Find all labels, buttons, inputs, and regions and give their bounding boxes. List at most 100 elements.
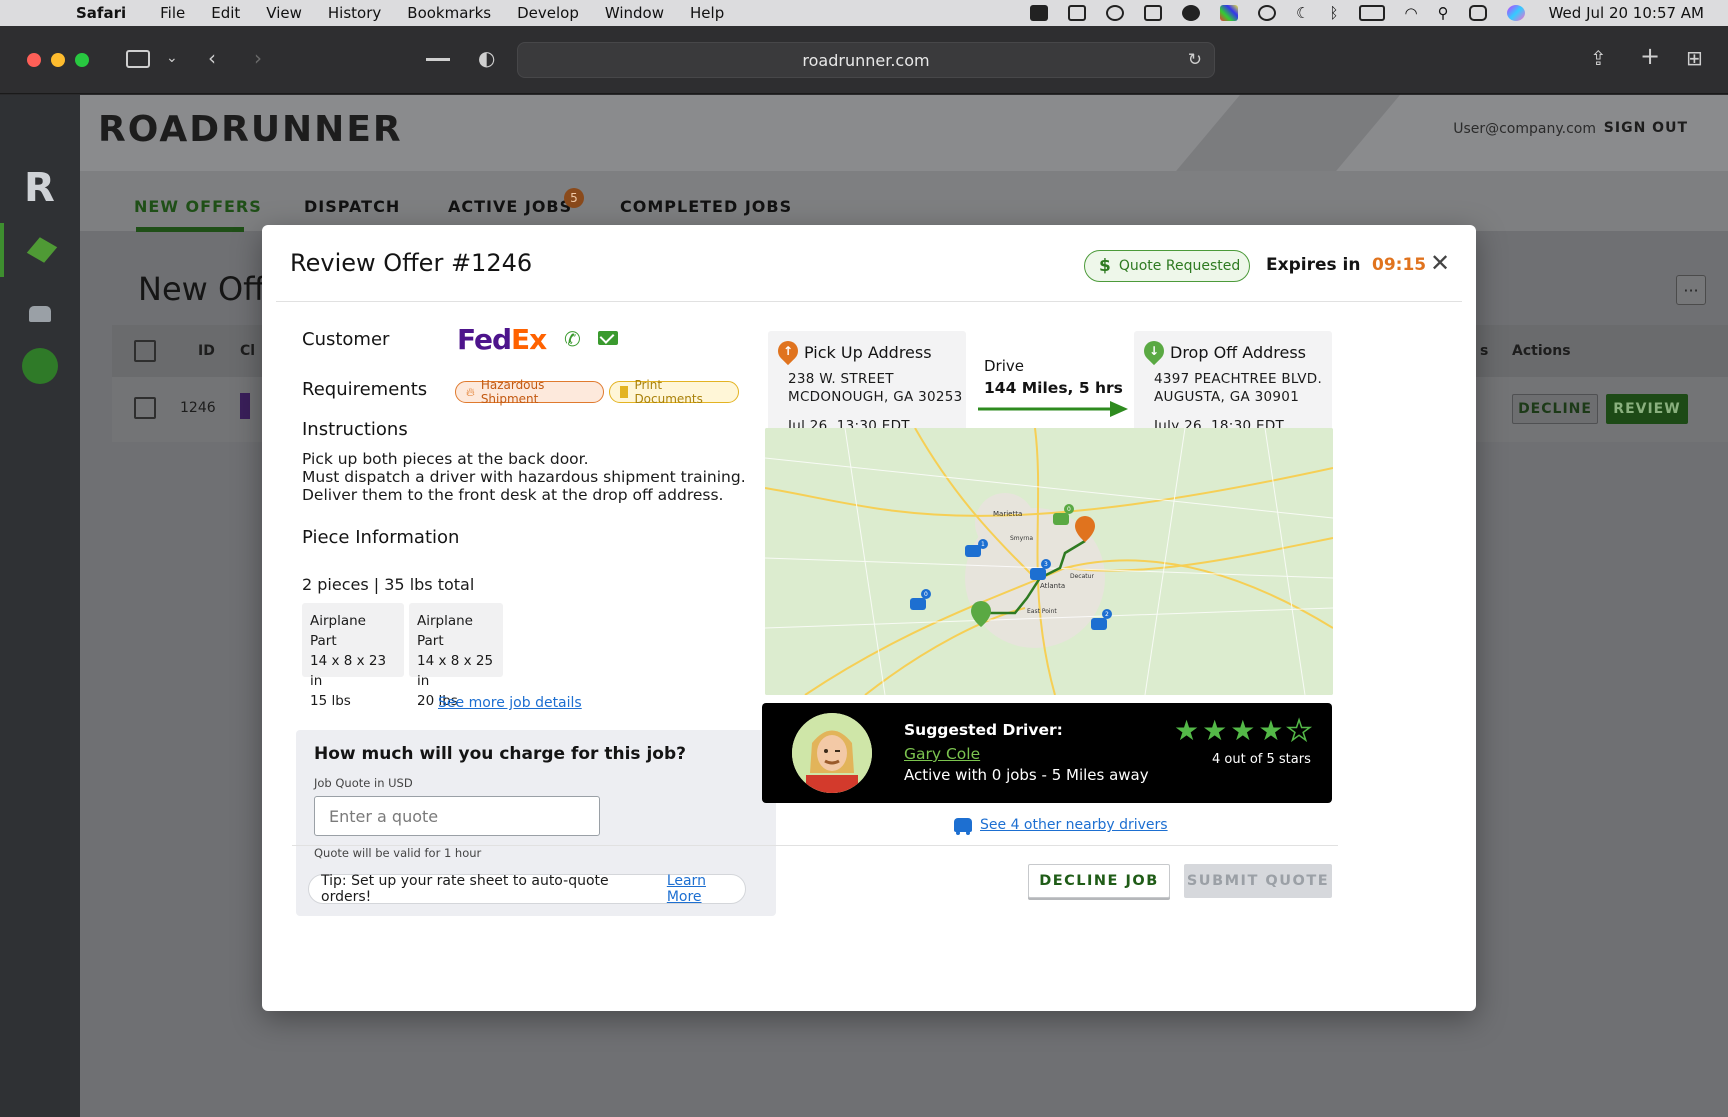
tab-active-jobs[interactable]: ACTIVE JOBS (448, 197, 572, 216)
customer-logo-fed: Fed (457, 323, 512, 356)
status-badge: $ Quote Requested (1084, 250, 1250, 282)
driver-avatar-icon (792, 713, 872, 793)
menu-history[interactable]: History (328, 4, 381, 22)
share-icon[interactable]: ⇪ (1590, 46, 1607, 70)
instruction-line: Pick up both pieces at the back door. (302, 450, 589, 468)
sidebar-toggle-icon[interactable] (126, 50, 150, 68)
see-more-details-link[interactable]: See more job details (438, 695, 582, 711)
menu-view[interactable]: View (266, 4, 302, 22)
menubar-status-area: ☾ ᛒ ◠ ⚲ Wed Jul 20 10:57 AM (1030, 0, 1704, 26)
mail-icon[interactable] (598, 331, 618, 345)
piece-dims: 14 x 8 x 23 in (310, 653, 387, 689)
suggested-driver-card: Suggested Driver: Gary Cole Active with … (762, 703, 1332, 803)
row-customer-logo (240, 393, 250, 419)
creative-cloud-icon[interactable] (1106, 5, 1125, 21)
row-decline-button[interactable]: DECLINE (1512, 394, 1598, 424)
sidebar-item-vehicles[interactable] (0, 287, 80, 341)
reload-icon[interactable]: ↻ (1188, 50, 1202, 70)
pickup-line2: MCDONOUGH, GA 30253 (788, 389, 963, 405)
instruction-line: Must dispatch a driver with hazardous sh… (302, 468, 746, 486)
rating-text: 4 out of 5 stars (1212, 752, 1311, 767)
display-icon[interactable] (1068, 5, 1087, 21)
status-badge-label: Quote Requested (1118, 258, 1241, 274)
control-center-icon[interactable] (1468, 5, 1487, 21)
tab-completed-jobs[interactable]: COMPLETED JOBS (620, 197, 792, 216)
battery-icon[interactable] (1358, 5, 1385, 21)
rate-sheet-tip: Tip: Set up your rate sheet to auto-quot… (308, 873, 746, 905)
piece-card: Airplane Part 14 x 8 x 23 in 15 lbs (302, 603, 404, 709)
color-app-icon[interactable] (1220, 5, 1239, 21)
driver-name-link[interactable]: Gary Cole (904, 745, 980, 763)
phone-icon[interactable]: ✆ (564, 327, 581, 351)
wifi-icon[interactable]: ◠ (1405, 4, 1418, 22)
menu-app-safari[interactable]: Safari (76, 4, 126, 22)
app-header: ROADRUNNER User@company.com SIGN OUT (80, 95, 1728, 171)
select-all-checkbox[interactable] (134, 340, 156, 362)
bluetooth-icon[interactable]: ᛒ (1330, 4, 1339, 22)
brand-logo[interactable]: ROADRUNNER (98, 109, 403, 150)
privacy-shield-icon[interactable]: ◐ (478, 46, 495, 70)
play-icon[interactable] (1258, 5, 1277, 21)
chevron-down-icon[interactable]: ⌄ (166, 50, 178, 66)
menu-help[interactable]: Help (690, 4, 724, 22)
menu-file[interactable]: File (160, 4, 185, 22)
address-bar[interactable]: roadrunner.com ↻ (517, 42, 1215, 78)
close-icon[interactable]: ✕ (1428, 249, 1452, 277)
map-city-label: Marietta (993, 510, 1022, 518)
nearby-drivers-text[interactable]: See 4 other nearby drivers (980, 817, 1168, 833)
row-review-button[interactable]: REVIEW (1606, 394, 1688, 424)
dropbox-icon[interactable] (1030, 5, 1049, 21)
menu-bookmarks[interactable]: Bookmarks (407, 4, 491, 22)
tab-new-offers[interactable]: NEW OFFERS (134, 197, 262, 216)
app-circle-icon[interactable] (1182, 5, 1201, 21)
quote-field-label: Job Quote in USD (314, 776, 413, 790)
column-customer[interactable]: Cl (240, 343, 255, 359)
decline-job-button[interactable]: DECLINE JOB (1028, 864, 1170, 898)
app-sidebar: R (0, 95, 80, 1117)
sign-out-button[interactable]: SIGN OUT (1604, 120, 1688, 136)
siri-icon[interactable] (1506, 5, 1525, 21)
route-arrow-icon (978, 401, 1128, 417)
menubar-clock[interactable]: Wed Jul 20 10:57 AM (1549, 4, 1704, 22)
spotlight-search-icon[interactable]: ⚲ (1438, 4, 1449, 22)
learn-more-link[interactable]: Learn More (667, 873, 745, 905)
customer-logo-ex: Ex (511, 323, 547, 356)
menu-window[interactable]: Window (605, 4, 664, 22)
route-map[interactable]: Marietta Atlanta Decatur Smyrna East Poi… (765, 428, 1333, 695)
window-close-button[interactable] (27, 53, 41, 67)
sidebar-item-offers[interactable] (0, 223, 80, 277)
tab-overview-icon[interactable]: ⊞ (1686, 46, 1703, 70)
column-id[interactable]: ID (198, 343, 215, 359)
menu-develop[interactable]: Develop (517, 4, 579, 22)
window-zoom-button[interactable] (75, 53, 89, 67)
submit-quote-button[interactable]: SUBMIT QUOTE (1184, 864, 1332, 898)
instructions-label: Instructions (302, 419, 408, 440)
column-truncated[interactable]: s (1480, 343, 1488, 359)
notes-icon[interactable] (1144, 5, 1163, 21)
driver-marker-count: 1 (981, 541, 985, 548)
window-minimize-button[interactable] (51, 53, 65, 67)
star-empty-icon: ★ (1286, 714, 1313, 748)
map-city-label: Atlanta (1040, 582, 1065, 590)
nearby-drivers-link[interactable]: See 4 other nearby drivers (954, 817, 1168, 835)
tab-dispatch[interactable]: DISPATCH (304, 197, 400, 216)
driver-marker-count: 0 (924, 591, 928, 598)
address-bar-url: roadrunner.com (802, 50, 930, 70)
map-city-label: East Point (1027, 608, 1057, 615)
reader-menu-icon[interactable] (426, 58, 450, 61)
dropoff-title: Drop Off Address (1170, 343, 1306, 362)
car-icon (29, 306, 51, 322)
menu-edit[interactable]: Edit (211, 4, 240, 22)
quote-input[interactable] (314, 796, 600, 836)
document-icon (620, 386, 629, 398)
row-checkbox[interactable] (134, 397, 156, 419)
more-options-button[interactable]: ··· (1676, 275, 1706, 305)
forward-icon[interactable]: › (254, 46, 262, 70)
driver-marker-count: 3 (1044, 561, 1048, 568)
sidebar-status-dot[interactable] (22, 348, 58, 384)
requirement-tag-print: Print Documents (609, 378, 739, 406)
back-icon[interactable]: ‹ (208, 46, 216, 70)
map-canvas: Marietta Atlanta Decatur Smyrna East Poi… (765, 428, 1333, 695)
moon-icon[interactable]: ☾ (1296, 4, 1309, 22)
new-tab-icon[interactable]: + (1640, 42, 1660, 70)
